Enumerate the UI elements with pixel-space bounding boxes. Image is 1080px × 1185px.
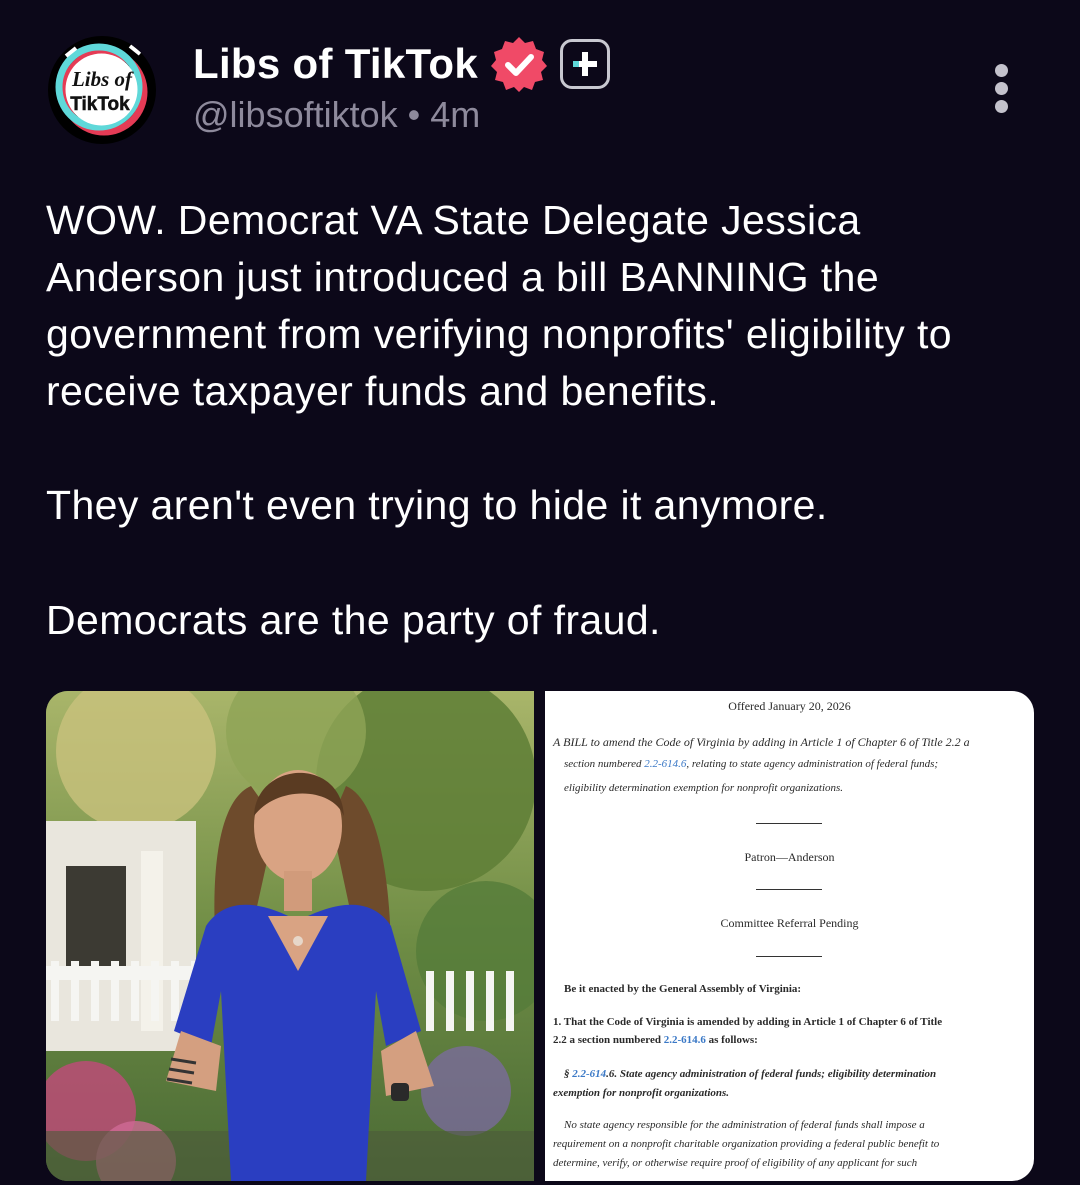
doc-offered-date: Offered January 20, 2026 — [728, 699, 851, 713]
doc-body-line-2: requirement on a nonprofit charitable or… — [553, 1138, 940, 1150]
post-header: Libs of TikTok Libs of TikTok @libsoftik… — [0, 0, 1080, 170]
subscribe-button[interactable] — [560, 39, 610, 89]
doc-committee: Committee Referral Pending — [720, 916, 859, 930]
doc-link-2-2-614[interactable]: 2.2-614 — [572, 1068, 606, 1080]
post-body: WOW. Democrat VA State Delegate Jessica … — [46, 192, 1036, 643]
post-paragraph-3: Democrats are the party of fraud. — [46, 597, 661, 643]
doc-section-heading-line-1: § 2.2-614.6. State agency administration… — [564, 1068, 937, 1080]
doc-bill-line-1: A BILL to amend the Code of Virginia by … — [553, 735, 970, 749]
timestamp[interactable]: 4m — [430, 94, 480, 135]
doc-section-1-line-1: 1. That the Code of Virginia is amended … — [553, 1016, 943, 1028]
verified-badge-icon — [491, 37, 547, 92]
media-grid: Offered January 20, 2026 A BILL to amend… — [46, 691, 1034, 1181]
plus-subscribe-icon — [573, 52, 597, 76]
display-name[interactable]: Libs of TikTok — [193, 40, 478, 88]
doc-link-2-2-614-6[interactable]: 2.2-614.6 — [644, 758, 686, 770]
avatar-text-line2: TikTok — [70, 94, 130, 115]
doc-divider — [756, 823, 822, 824]
meta-separator: • — [407, 94, 421, 135]
doc-section-1-line-2: 2.2 a section numbered 2.2-614.6 as foll… — [553, 1034, 758, 1046]
avatar[interactable]: Libs of TikTok — [48, 36, 156, 144]
doc-section-heading-line-2: exemption for nonprofit organizations. — [553, 1087, 730, 1099]
handle[interactable]: @libsoftiktok — [193, 94, 398, 135]
tiktok-logo-icon: Libs of TikTok — [50, 38, 154, 142]
more-options-button[interactable] — [986, 64, 1016, 114]
post-paragraph-1: WOW. Democrat VA State Delegate Jessica … — [46, 197, 952, 414]
post-paragraph-2: They aren't even trying to hide it anymo… — [46, 482, 828, 528]
avatar-text-line1: Libs of — [71, 67, 134, 91]
doc-divider — [756, 956, 822, 957]
more-vertical-icon — [986, 64, 1016, 113]
bill-document-image[interactable]: Offered January 20, 2026 A BILL to amend… — [545, 691, 1034, 1181]
doc-body-line-1: No state agency responsible for the admi… — [564, 1119, 925, 1131]
doc-patron: Patron—Anderson — [744, 850, 835, 864]
doc-bill-line-3: eligibility determination exemption for … — [564, 782, 844, 794]
portrait-photo — [46, 691, 534, 1181]
name-row: Libs of TikTok — [193, 36, 610, 92]
doc-enacted: Be it enacted by the General Assembly of… — [564, 983, 802, 995]
doc-link-2-2-614-6[interactable]: 2.2-614.6 — [664, 1034, 706, 1046]
doc-body-line-3: determine, verify, or otherwise require … — [553, 1157, 918, 1169]
doc-divider — [756, 889, 822, 890]
post-meta: @libsoftiktok • 4m — [193, 94, 480, 136]
photo-jessica-anderson[interactable] — [46, 691, 534, 1181]
doc-bill-line-2: section numbered 2.2-614.6, relating to … — [564, 758, 939, 770]
